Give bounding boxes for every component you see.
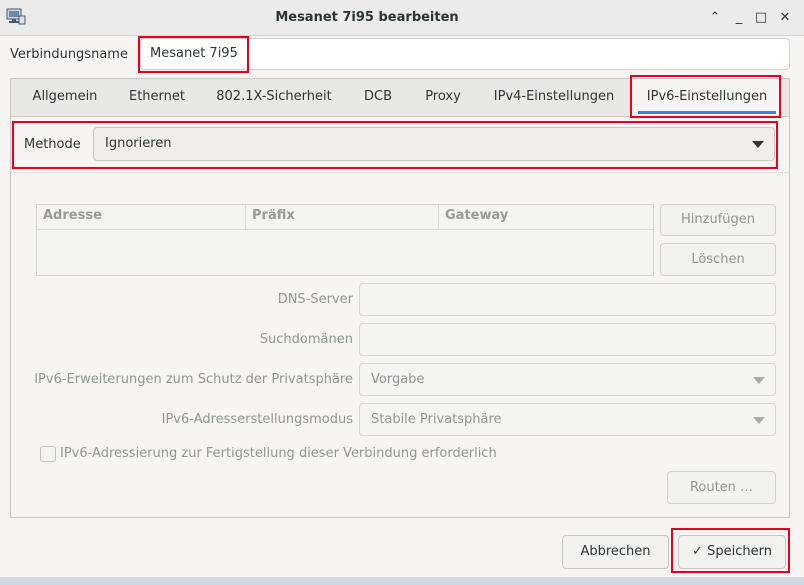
column-gateway[interactable]: Gateway xyxy=(445,208,508,223)
cancel-button[interactable]: Abbrechen xyxy=(562,535,669,569)
privacy-extensions-dropdown[interactable]: Vorgabe xyxy=(359,363,776,396)
search-domains-input[interactable] xyxy=(359,323,776,356)
save-button[interactable]: ✓ Speichern xyxy=(678,535,786,569)
minimize-button[interactable]: _ xyxy=(730,9,748,27)
address-generation-value: Stabile Privatsphäre xyxy=(371,412,502,427)
search-domains-label: Suchdomänen xyxy=(259,332,353,347)
method-value: Ignorieren xyxy=(105,136,172,151)
tab-dcb[interactable]: DCB xyxy=(352,79,404,117)
address-table[interactable]: Adresse Präfix Gateway xyxy=(36,204,654,276)
dns-server-input[interactable] xyxy=(359,283,776,316)
privacy-extensions-label: IPv6-Erweiterungen zum Schutz der Privat… xyxy=(34,372,353,387)
chevron-down-icon xyxy=(753,377,765,384)
active-tab-indicator xyxy=(638,111,776,114)
tab-ipv4-settings[interactable]: IPv4-Einstellungen xyxy=(480,79,628,117)
privacy-extensions-value: Vorgabe xyxy=(371,372,425,387)
method-dropdown[interactable]: Ignorieren xyxy=(93,127,775,161)
tab-proxy[interactable]: Proxy xyxy=(412,79,474,117)
method-label: Methode xyxy=(24,137,81,152)
delete-address-button[interactable]: Löschen xyxy=(660,243,776,276)
tab-ipv6-settings-label: IPv6-Einstellungen xyxy=(646,89,768,104)
chevron-down-icon xyxy=(752,141,764,148)
collapse-button[interactable]: ⌃ xyxy=(706,9,724,27)
require-ipv6-label[interactable]: IPv6-Adressierung zur Fertigstellung die… xyxy=(60,446,497,461)
connection-name-input[interactable]: Mesanet 7i95 xyxy=(140,38,790,70)
address-generation-label: IPv6-Adresserstellungsmodus xyxy=(161,412,353,427)
close-button[interactable]: ✕ xyxy=(776,9,794,27)
column-address[interactable]: Adresse xyxy=(43,208,102,223)
connection-name-label: Verbindungsname xyxy=(10,47,128,62)
checkmark-icon: ✓ xyxy=(692,544,703,559)
save-button-label: Speichern xyxy=(707,544,772,559)
divider xyxy=(11,172,789,173)
add-address-button[interactable]: Hinzufügen xyxy=(660,204,776,236)
column-separator xyxy=(245,205,246,229)
window-title: Mesanet 7i95 bearbeiten xyxy=(275,10,459,25)
address-generation-dropdown[interactable]: Stabile Privatsphäre xyxy=(359,403,776,436)
maximize-button[interactable]: □ xyxy=(752,9,770,27)
column-prefix[interactable]: Präfix xyxy=(252,208,295,223)
background-strip xyxy=(0,577,804,585)
require-ipv6-checkbox[interactable] xyxy=(40,446,56,462)
column-separator xyxy=(438,205,439,229)
address-table-header: Adresse Präfix Gateway xyxy=(37,205,653,230)
chevron-down-icon xyxy=(753,417,765,424)
tab-ipv6-settings[interactable]: IPv6-Einstellungen xyxy=(632,79,782,117)
tab-ethernet[interactable]: Ethernet xyxy=(114,79,200,117)
dns-server-label: DNS-Server xyxy=(277,292,353,307)
tab-allgemein[interactable]: Allgemein xyxy=(18,79,112,117)
routes-button[interactable]: Routen … xyxy=(667,471,776,504)
tab-8021x-security[interactable]: 802.1X-Sicherheit xyxy=(204,79,344,117)
